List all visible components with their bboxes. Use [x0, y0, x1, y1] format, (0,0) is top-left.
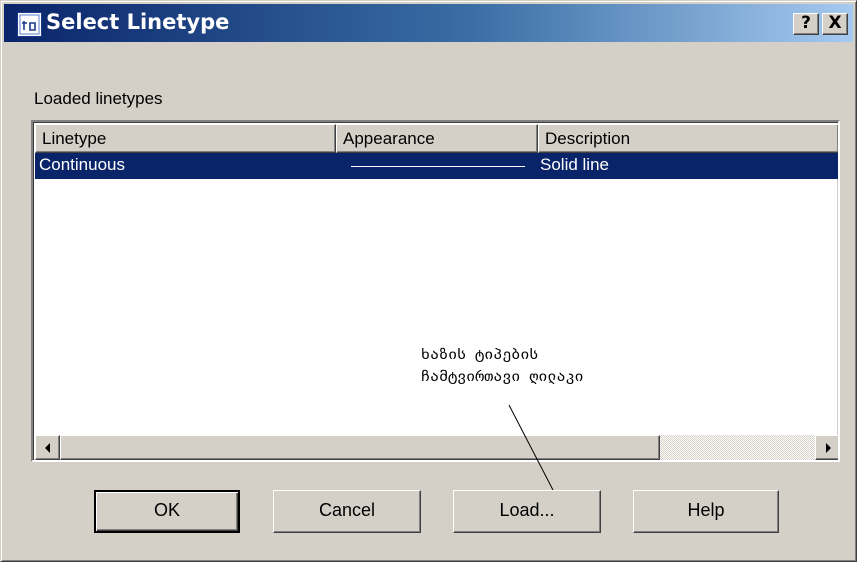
column-header-appearance[interactable]: Appearance: [336, 124, 538, 153]
annotation-line-2: ჩამტვირთავი ღილაკი: [421, 367, 584, 385]
cancel-button[interactable]: Cancel: [273, 490, 421, 533]
scroll-left-button[interactable]: [35, 435, 60, 460]
ok-button[interactable]: OK: [94, 490, 240, 533]
linetype-description: Solid line: [540, 155, 609, 174]
scrollbar-thumb[interactable]: [60, 435, 660, 460]
column-header-description[interactable]: Description: [538, 124, 838, 153]
app-icon: [17, 12, 42, 37]
solid-line-sample: [351, 166, 525, 167]
linetype-list[interactable]: Linetype Appearance Description Continuo…: [31, 120, 840, 462]
title-bar[interactable]: Select Linetype ? X: [4, 4, 853, 42]
column-header-linetype[interactable]: Linetype: [35, 124, 336, 153]
arrow-right-icon: [826, 443, 831, 453]
scrollbar-track[interactable]: [660, 435, 815, 460]
load-button[interactable]: Load...: [453, 490, 601, 533]
linetype-row-continuous[interactable]: Continuous Solid line: [35, 153, 838, 179]
close-caption-button[interactable]: X: [822, 13, 848, 35]
annotation-line-1: ხაზის ტიპების: [421, 345, 539, 363]
help-caption-button[interactable]: ?: [793, 13, 819, 35]
scroll-right-button[interactable]: [815, 435, 838, 460]
select-linetype-dialog: Select Linetype ? X Loaded linetypes Lin…: [0, 0, 857, 562]
loaded-linetypes-label: Loaded linetypes: [34, 89, 163, 108]
window-title: Select Linetype: [46, 10, 230, 34]
load-button-annotation: ხაზის ტიპების ჩამტვირთავი ღილაკი: [421, 343, 584, 387]
arrow-left-icon: [45, 443, 50, 453]
linetype-name: Continuous: [39, 155, 126, 174]
horizontal-scrollbar[interactable]: [35, 435, 838, 460]
help-button[interactable]: Help: [633, 490, 779, 533]
